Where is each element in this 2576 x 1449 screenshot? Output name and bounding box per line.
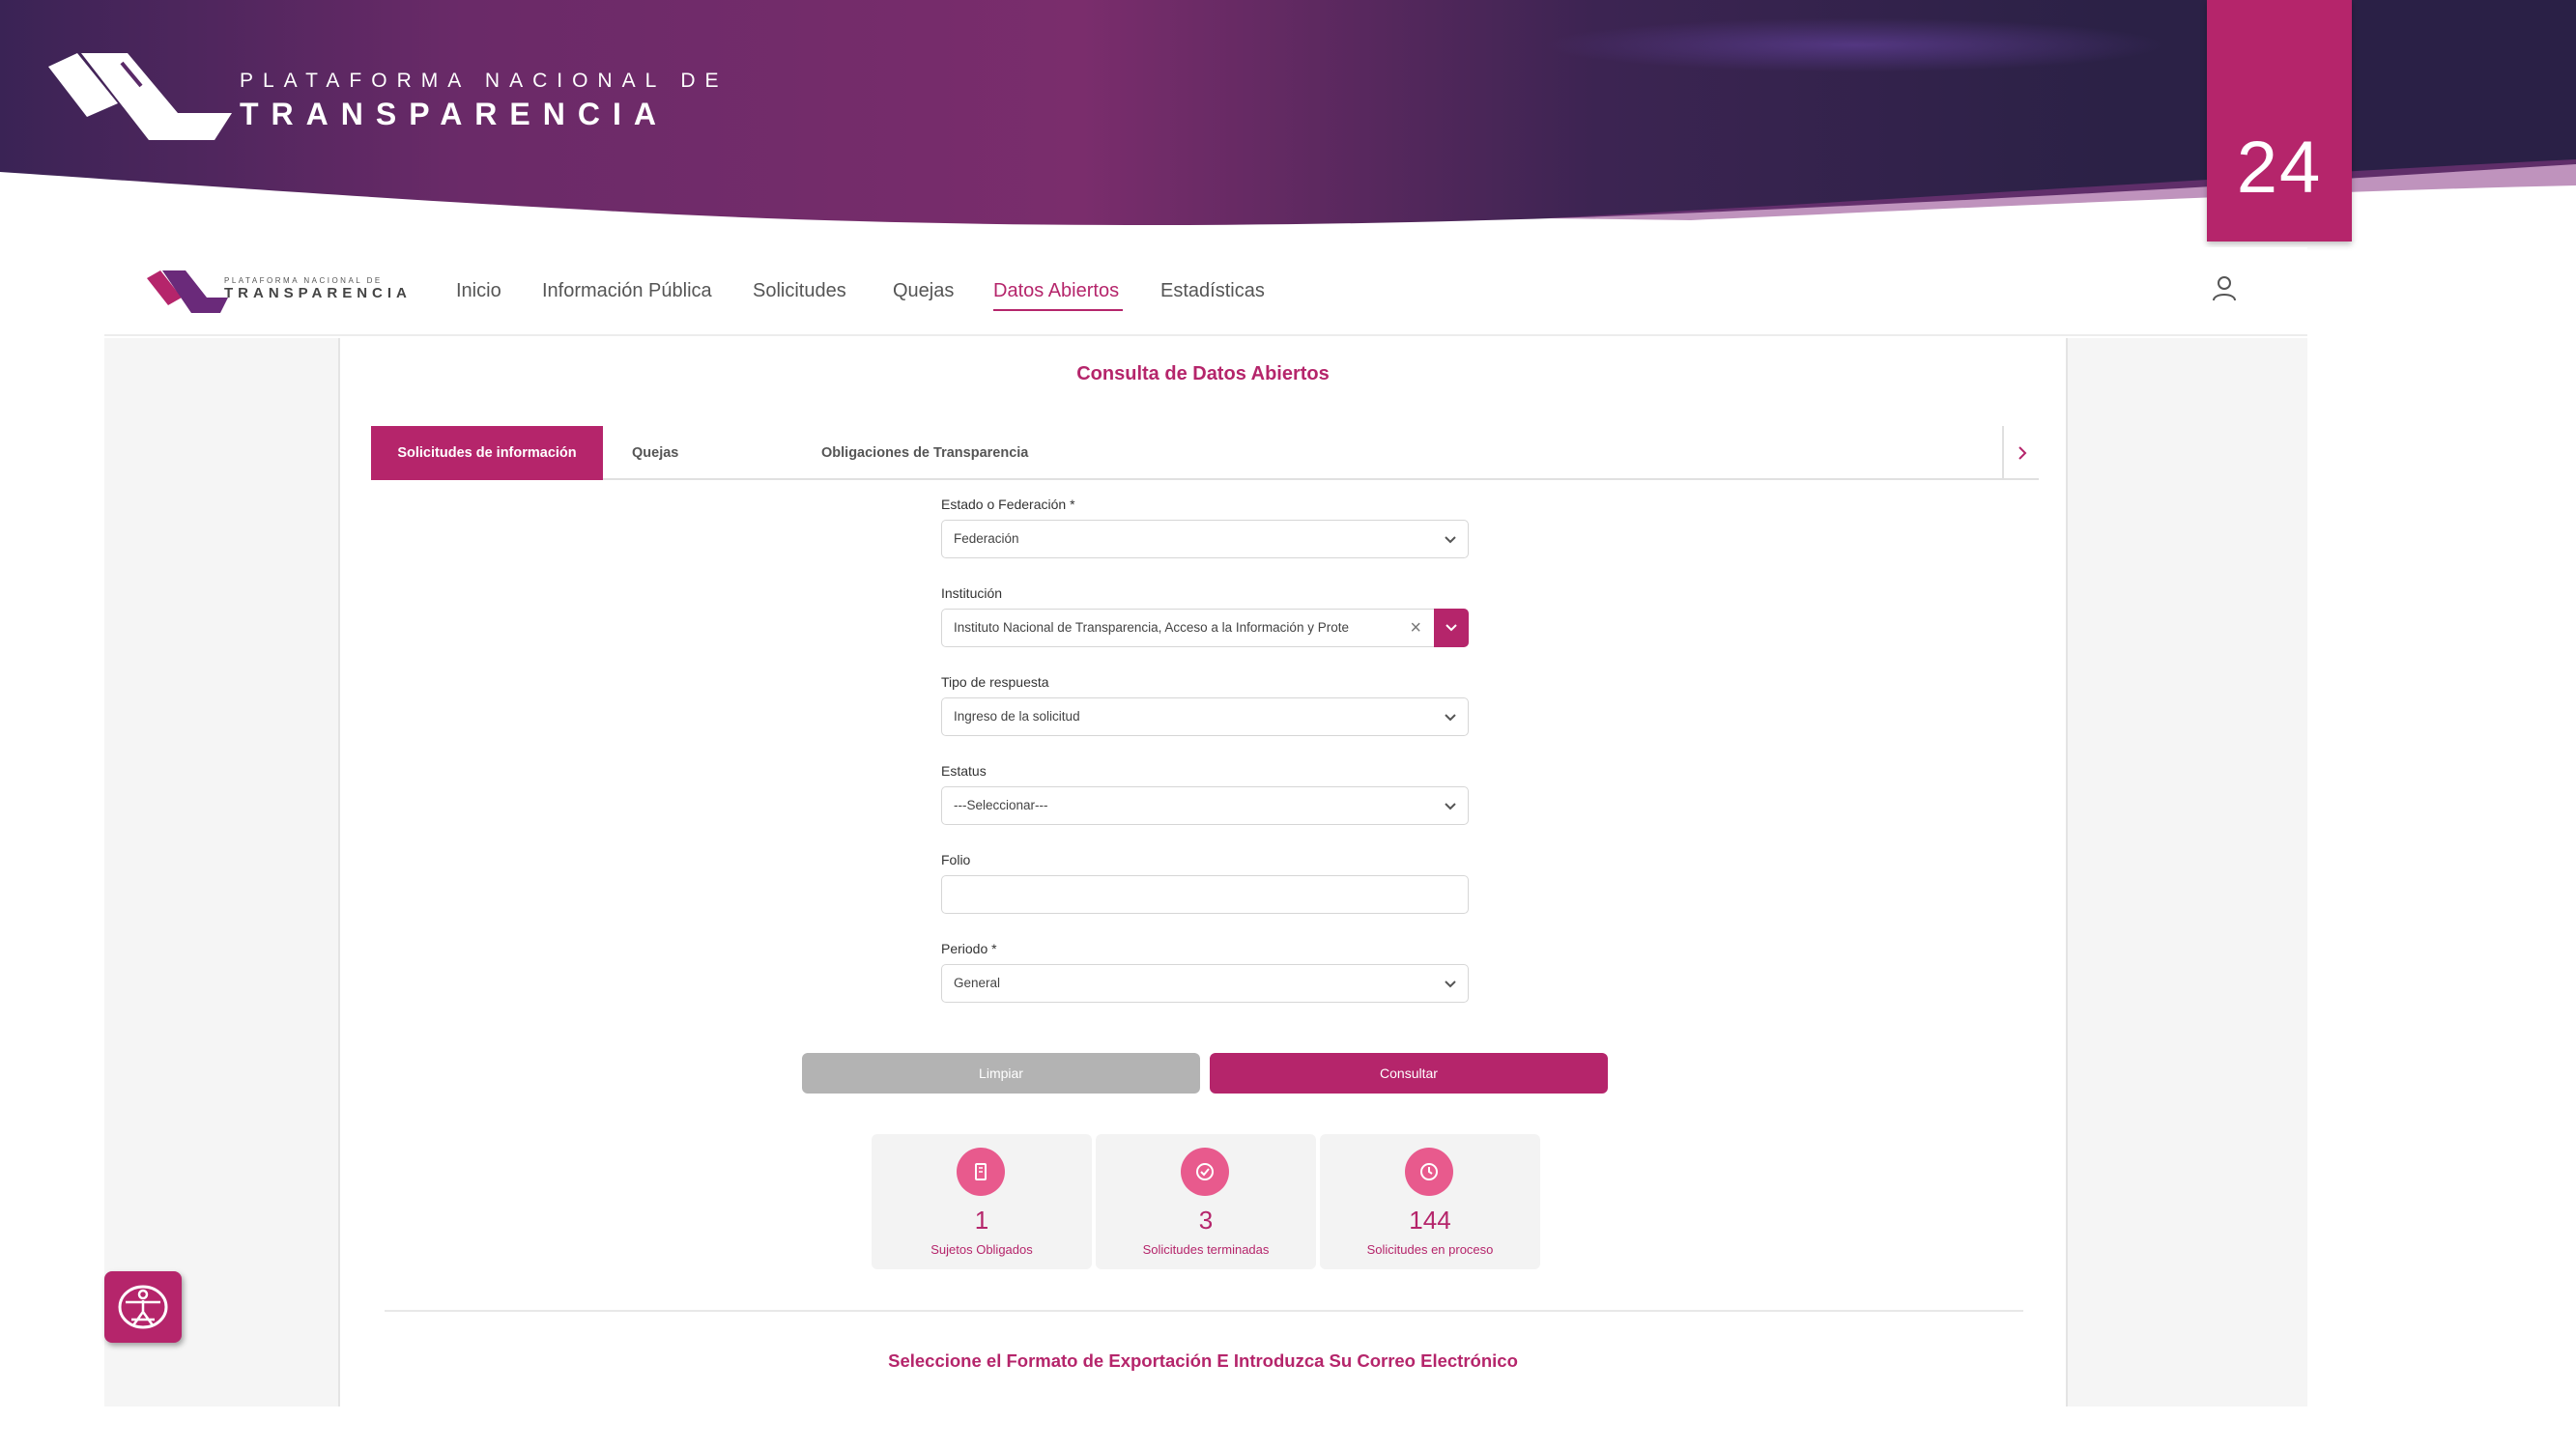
tab-bar: Solicitudes de información Quejas Obliga…: [371, 426, 2039, 480]
institucion-value: Instituto Nacional de Transparencia, Acc…: [954, 620, 1349, 635]
estado-label: Estado o Federación *: [941, 497, 1075, 512]
nav-item-quejas[interactable]: Quejas: [893, 280, 954, 302]
chevron-down-icon: [1445, 624, 1457, 632]
accessibility-icon: [118, 1285, 168, 1329]
nav-item-informacion-publica[interactable]: Información Pública: [542, 280, 712, 302]
nav-logo-line2: TRANSPARENCIA: [224, 285, 412, 301]
institucion-dropdown-button[interactable]: [1434, 609, 1469, 647]
accessibility-button[interactable]: [104, 1271, 182, 1343]
tab-obligaciones-de-transparencia[interactable]: Obligaciones de Transparencia: [821, 426, 1028, 480]
estatus-label: Estatus: [941, 763, 987, 779]
folio-label: Folio: [941, 852, 971, 867]
nav-item-estadisticas[interactable]: Estadísticas: [1160, 280, 1265, 302]
left-gutter: [104, 338, 340, 1406]
periodo-label: Periodo *: [941, 941, 997, 956]
check-circle-icon: [1181, 1148, 1229, 1196]
estatus-select[interactable]: ---Seleccionar---: [941, 786, 1469, 825]
brand-wordmark: PLATAFORMA NACIONAL DE TRANSPARENCIA: [240, 70, 729, 132]
stat-value: 1: [974, 1206, 989, 1235]
periodo-select[interactable]: General: [941, 964, 1469, 1003]
clear-icon[interactable]: ×: [1410, 618, 1421, 638]
chevron-right-icon: [2018, 446, 2027, 460]
consultar-button[interactable]: Consultar: [1210, 1053, 1608, 1094]
tab-scroll-next-button[interactable]: [2002, 426, 2039, 480]
stat-value: 144: [1409, 1206, 1451, 1235]
folio-input[interactable]: [941, 875, 1469, 914]
nav-logo-line1: PLATAFORMA NACIONAL DE: [224, 276, 383, 285]
stat-card-solicitudes-en-proceso: 144 Solicitudes en proceso: [1320, 1134, 1540, 1269]
clock-icon: [1405, 1148, 1453, 1196]
slide: PLATAFORMA NACIONAL DE TRANSPARENCIA 24 …: [0, 0, 2576, 1449]
page-number-badge: 24: [2207, 0, 2352, 242]
tipo-respuesta-select[interactable]: Ingreso de la solicitud: [941, 697, 1469, 736]
nav-logo-icon[interactable]: [147, 270, 228, 313]
nav-active-indicator: [993, 309, 1123, 311]
section-divider: [385, 1310, 2023, 1312]
stat-value: 3: [1198, 1206, 1214, 1235]
stat-label: Solicitudes terminadas: [1142, 1242, 1270, 1257]
user-icon[interactable]: [2211, 274, 2238, 303]
chevron-down-icon: [1445, 536, 1456, 544]
stat-label: Solicitudes en proceso: [1366, 1242, 1494, 1257]
building-icon: [957, 1148, 1005, 1196]
estado-select[interactable]: Federación: [941, 520, 1469, 558]
export-section-heading: Seleccione el Formato de Exportación E I…: [888, 1350, 1518, 1371]
tab-quejas[interactable]: Quejas: [632, 426, 678, 480]
tab-solicitudes-de-informacion[interactable]: Solicitudes de información: [371, 426, 603, 480]
chevron-down-icon: [1445, 714, 1456, 722]
institucion-label: Institución: [941, 585, 1003, 601]
app-screenshot: PLATAFORMA NACIONAL DE TRANSPARENCIA Ini…: [104, 247, 2307, 1406]
brand-line2: TRANSPARENCIA: [240, 97, 669, 131]
tipo-respuesta-label: Tipo de respuesta: [941, 674, 1049, 690]
limpiar-button[interactable]: Limpiar: [802, 1053, 1200, 1094]
periodo-value: General: [954, 976, 1001, 990]
nav-logo-wordmark[interactable]: PLATAFORMA NACIONAL DE TRANSPARENCIA: [224, 276, 412, 301]
nav-item-solicitudes[interactable]: Solicitudes: [753, 280, 846, 302]
institucion-select[interactable]: Instituto Nacional de Transparencia, Acc…: [941, 609, 1469, 647]
nav-item-inicio[interactable]: Inicio: [456, 280, 501, 302]
nav-item-datos-abiertos[interactable]: Datos Abiertos: [993, 280, 1119, 302]
tipo-respuesta-value: Ingreso de la solicitud: [954, 709, 1080, 724]
stat-card-solicitudes-terminadas: 3 Solicitudes terminadas: [1096, 1134, 1316, 1269]
chevron-down-icon: [1445, 980, 1456, 988]
stat-card-sujetos-obligados: 1 Sujetos Obligados: [872, 1134, 1092, 1269]
estado-value: Federación: [954, 531, 1019, 546]
estatus-value: ---Seleccionar---: [954, 798, 1048, 812]
stat-label: Sujetos Obligados: [930, 1242, 1033, 1257]
brand-logo-icon: [48, 53, 232, 140]
brand-line1: PLATAFORMA NACIONAL DE: [240, 70, 729, 92]
top-navigation: PLATAFORMA NACIONAL DE TRANSPARENCIA Ini…: [104, 247, 2307, 336]
chevron-down-icon: [1445, 803, 1456, 810]
page-number: 24: [2236, 127, 2323, 209]
right-gutter: [2066, 338, 2307, 1406]
page-title: Consulta de Datos Abiertos: [1076, 363, 1330, 384]
